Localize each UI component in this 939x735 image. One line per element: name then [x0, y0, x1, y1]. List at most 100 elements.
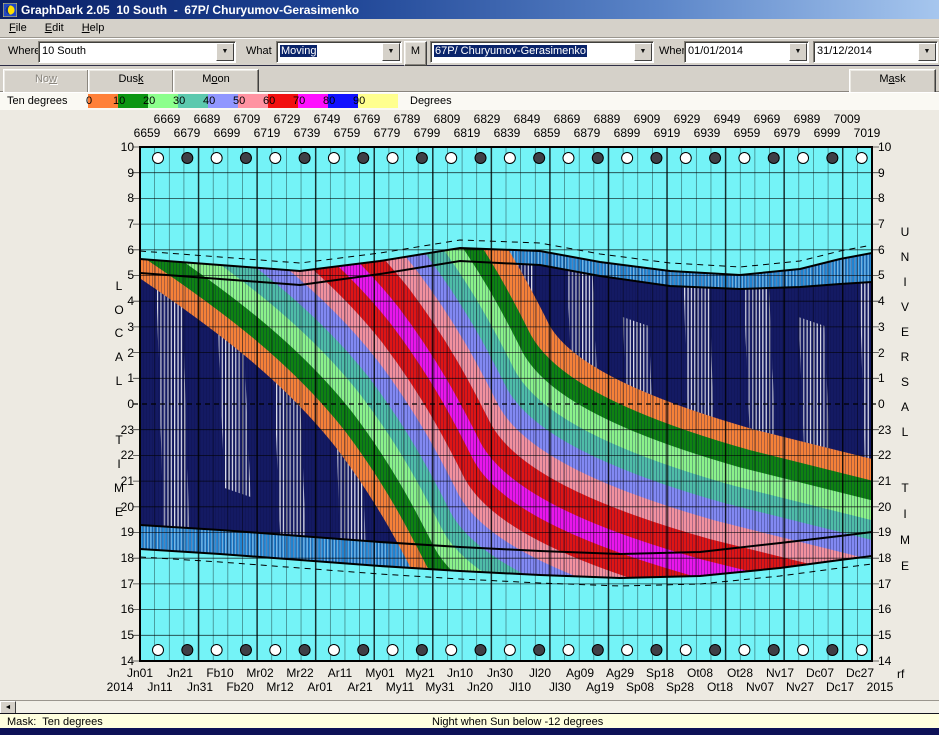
date-label: Ar01 [300, 681, 340, 694]
date-label: Jn20 [460, 681, 500, 694]
scale-tick: 70 [293, 95, 309, 107]
top-axis-row2: 6659667966996719673967596779679968196839… [127, 127, 887, 140]
date-label: Ar11 [320, 667, 360, 680]
date-label: Sp08 [620, 681, 660, 694]
julian-date-label: 6999 [807, 127, 847, 140]
scale-tick: 10 [113, 95, 129, 107]
status-night-text: Night when Sun below -12 degrees [432, 716, 603, 728]
julian-date-label: 6929 [667, 113, 707, 126]
menu-bar: File Edit Help [0, 19, 939, 38]
date-label: Mr12 [260, 681, 300, 694]
m-button[interactable]: M [404, 41, 427, 66]
scale-tick: 80 [323, 95, 339, 107]
hour-label: 16 [106, 602, 134, 616]
toolbar: Where 10 South ▼ What Moving ▼ M 67P/ Ch… [0, 38, 939, 67]
hour-label: 22 [878, 448, 906, 462]
scale-tick: 20 [143, 95, 159, 107]
hour-label: 9 [878, 166, 906, 180]
julian-date-label: 6689 [187, 113, 227, 126]
moon-button[interactable]: Moon [173, 69, 259, 94]
date-label: Nv07 [740, 681, 780, 694]
menu-edit[interactable]: Edit [36, 21, 73, 35]
date-label: My11 [380, 681, 420, 694]
date-label: Ag29 [600, 667, 640, 680]
darkness-altitude-plot[interactable] [140, 147, 872, 661]
menu-file[interactable]: File [0, 21, 36, 35]
now-button[interactable]: Now [3, 69, 89, 94]
julian-date-label: 7019 [847, 127, 887, 140]
date-label: Jn01 [120, 667, 160, 680]
dusk-button[interactable]: Dusk [88, 69, 174, 94]
date-label: Jl20 [520, 667, 560, 680]
julian-date-label: 6949 [707, 113, 747, 126]
left-axis-title-time: T I M E [112, 428, 126, 524]
date-label: Fb20 [220, 681, 260, 694]
date-label: 2015 [860, 681, 900, 694]
julian-date-label: 6789 [387, 113, 427, 126]
bottom-axis-row1: Jn01Jn21Fb10Mr02Mr22Ar11My01My21Jn10Jn30… [120, 667, 880, 680]
julian-date-label: 6739 [287, 127, 327, 140]
date-label: Sp18 [640, 667, 680, 680]
julian-date-label: 6729 [267, 113, 307, 126]
date-label: My21 [400, 667, 440, 680]
date-from-combobox[interactable]: 01/01/2014 ▼ [684, 41, 809, 63]
hour-label: 0 [106, 397, 134, 411]
chevron-down-icon[interactable]: ▼ [789, 43, 807, 61]
date-label: Dc07 [800, 667, 840, 680]
menu-help[interactable]: Help [73, 21, 114, 35]
julian-date-label: 6709 [227, 113, 267, 126]
date-label: Mr22 [280, 667, 320, 680]
hour-label: 9 [106, 166, 134, 180]
object-combobox[interactable]: 67P/ Churyumov-Gerasimenko ▼ [430, 41, 654, 63]
horizontal-scrollbar[interactable]: ◄ [0, 700, 939, 714]
julian-date-label: 6829 [467, 113, 507, 126]
date-label: Nv27 [780, 681, 820, 694]
date-label: Dc17 [820, 681, 860, 694]
chevron-down-icon[interactable]: ▼ [918, 43, 936, 61]
julian-date-label: 6819 [447, 127, 487, 140]
mask-button[interactable]: Mask [849, 69, 936, 94]
object-value: 67P/ Churyumov-Gerasimenko [434, 45, 587, 57]
chevron-down-icon[interactable]: ▼ [382, 43, 400, 61]
julian-date-label: 6759 [327, 127, 367, 140]
what-combobox[interactable]: Moving ▼ [276, 41, 402, 63]
title-bar[interactable]: GraphDark 2.05 10 South - 67P/ Churyumov… [0, 0, 939, 19]
julian-date-label: 6899 [607, 127, 647, 140]
julian-date-label: 6879 [567, 127, 607, 140]
date-to-combobox[interactable]: 31/12/2014 ▼ [813, 41, 938, 63]
altitude-scale-bar: Ten degrees 0102030405060708090 Degrees [0, 92, 939, 111]
julian-date-label: 6859 [527, 127, 567, 140]
date-label: Ot28 [720, 667, 760, 680]
what-label: What [246, 45, 272, 57]
window-title: GraphDark 2.05 10 South - 67P/ Churyumov… [21, 3, 359, 17]
date-label: Jn11 [140, 681, 180, 694]
hour-label: 10 [106, 140, 134, 154]
date-label: Sp28 [660, 681, 700, 694]
where-combobox[interactable]: 10 South ▼ [38, 41, 236, 63]
date-label: Dc27 [840, 667, 880, 680]
julian-date-label: 6809 [427, 113, 467, 126]
julian-date-label: 6779 [367, 127, 407, 140]
hour-label: 17 [106, 577, 134, 591]
hour-label: 6 [106, 243, 134, 257]
julian-date-label: 6659 [127, 127, 167, 140]
scale-tick: 60 [263, 95, 279, 107]
chevron-down-icon[interactable]: ▼ [634, 43, 652, 61]
julian-date-label: 6669 [147, 113, 187, 126]
julian-date-label: 6979 [767, 127, 807, 140]
hour-label: 16 [878, 602, 906, 616]
date-label: Ot08 [680, 667, 720, 680]
julian-date-label: 6989 [787, 113, 827, 126]
hour-label: 8 [106, 191, 134, 205]
hour-label: 7 [106, 217, 134, 231]
scale-unit-label: Degrees [410, 95, 452, 107]
julian-date-label: 6889 [587, 113, 627, 126]
chart-area: 6669668967096729674967696789680968296849… [0, 110, 939, 700]
julian-date-label: 6799 [407, 127, 447, 140]
status-bar: Mask: Ten degrees Night when Sun below -… [0, 713, 939, 729]
chevron-down-icon[interactable]: ▼ [216, 43, 234, 61]
date-label: Nv17 [760, 667, 800, 680]
julian-date-label: 6839 [487, 127, 527, 140]
scale-tick: 0 [86, 95, 102, 107]
date-label: 2014 [100, 681, 140, 694]
